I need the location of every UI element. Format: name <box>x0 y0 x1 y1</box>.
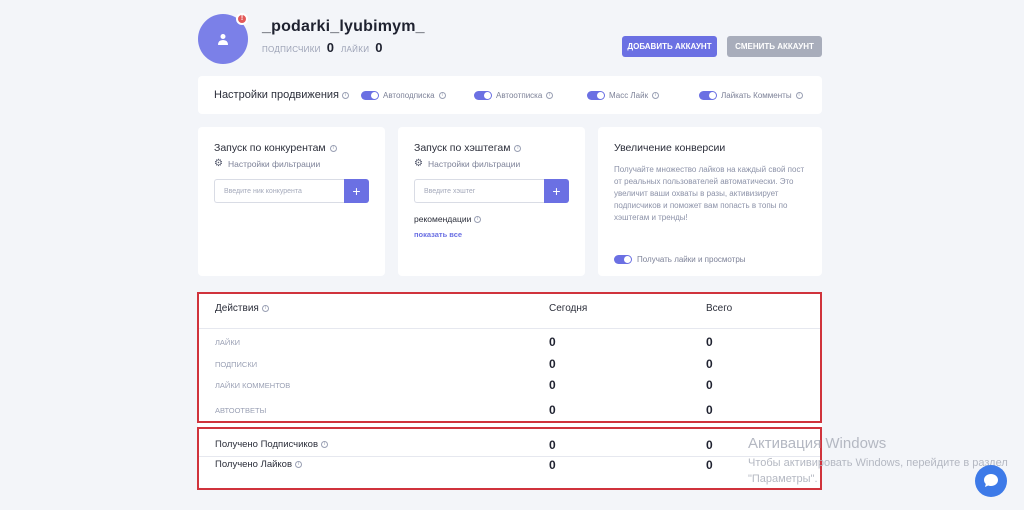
received-followers-text: Получено Подписчиков <box>215 439 318 450</box>
info-icon[interactable]: i <box>652 92 660 99</box>
get-likes-switch[interactable] <box>614 255 632 264</box>
info-icon[interactable]: i <box>474 215 482 223</box>
hashtag-input-row: Введите хэштег + <box>414 179 569 203</box>
filter-settings-label: Настройки фильтрации <box>427 158 521 169</box>
info-icon[interactable]: i <box>342 91 350 99</box>
likes-stat: ЛАЙКИ 0 <box>341 40 382 55</box>
toggle-label: Масс Лайк <box>609 91 649 100</box>
received-followers-label: Получено Подписчиков i <box>215 439 328 450</box>
received-likes-text: Получено Лайков <box>215 459 293 470</box>
toggle-label: Получать лайки и просмотры <box>637 255 746 264</box>
filter-settings-link[interactable]: ⚙ Настройки фильтрации <box>414 158 520 169</box>
competitor-input[interactable]: Введите ник конкурента <box>214 179 344 203</box>
promotion-settings-card: Настройки продвижения i Автоподписка i А… <box>198 76 822 114</box>
received-likes-total: 0 <box>706 458 713 472</box>
followers-label: ПОДПИСЧИКИ <box>262 45 321 54</box>
row-autoreplies-today: 0 <box>549 403 556 417</box>
gear-icon: ⚙ <box>414 158 423 169</box>
recommendations: рекомендации i <box>414 214 482 224</box>
info-icon[interactable]: i <box>546 92 554 99</box>
row-likes-today: 0 <box>549 335 556 349</box>
competitors-title: Запуск по конкурентам i <box>214 142 337 154</box>
toggle-label: Лайкать Комменты <box>721 91 792 100</box>
account-username: _podarki_lyubimym_ <box>262 18 425 35</box>
hashtag-input[interactable]: Введите хэштег <box>414 179 544 203</box>
hashtags-card: Запуск по хэштегам i ⚙ Настройки фильтра… <box>398 127 585 276</box>
divider <box>198 428 822 429</box>
add-hashtag-button[interactable]: + <box>544 179 569 203</box>
header-total: Всего <box>706 303 733 314</box>
chat-button[interactable] <box>975 465 1007 497</box>
row-follows-label: ПОДПИСКИ <box>215 360 258 369</box>
mass-like-switch[interactable] <box>587 91 605 100</box>
info-icon[interactable]: i <box>329 144 337 152</box>
conversion-description: Получайте множество лайков на каждый сво… <box>614 165 805 222</box>
info-icon[interactable]: i <box>321 441 328 448</box>
info-icon[interactable]: i <box>795 92 803 99</box>
likes-label: ЛАЙКИ <box>341 45 370 54</box>
divider <box>198 456 822 457</box>
row-comment-likes-total: 0 <box>706 378 713 392</box>
change-account-button[interactable]: СМЕНИТЬ АККАУНТ <box>727 36 822 57</box>
page: ! _podarki_lyubimym_ ПОДПИСЧИКИ 0 ЛАЙКИ … <box>0 0 1024 510</box>
hashtags-title: Запуск по хэштегам i <box>414 142 522 154</box>
header-actions: Действия i <box>215 303 269 314</box>
toggle-mass-like: Масс Лайк i <box>587 91 660 100</box>
header-today: Сегодня <box>549 303 588 314</box>
info-icon[interactable]: i <box>514 144 522 152</box>
row-comment-likes-today: 0 <box>549 378 556 392</box>
recommendations-label: рекомендации <box>414 214 472 224</box>
conversion-card: Увеличение конверсии Получайте множество… <box>598 127 822 276</box>
promotion-settings-label: Настройки продвижения <box>214 89 340 101</box>
show-all-link[interactable]: показать все <box>414 230 462 239</box>
add-competitor-button[interactable]: + <box>344 179 369 203</box>
followers-value: 0 <box>326 40 334 55</box>
likes-value: 0 <box>375 40 383 55</box>
row-likes-total: 0 <box>706 335 713 349</box>
chat-icon <box>984 474 998 487</box>
promotion-settings-title: Настройки продвижения i <box>214 89 350 101</box>
windows-activation-title: Активация Windows <box>748 435 887 452</box>
filter-settings-link[interactable]: ⚙ Настройки фильтрации <box>214 158 320 169</box>
toggle-label: Автоподписка <box>383 91 435 100</box>
row-follows-today: 0 <box>549 357 556 371</box>
row-follows-total: 0 <box>706 357 713 371</box>
row-autoreplies-total: 0 <box>706 403 713 417</box>
autofollow-switch[interactable] <box>361 91 379 100</box>
conversion-title: Увеличение конверсии <box>614 142 726 154</box>
gear-icon: ⚙ <box>214 158 223 169</box>
info-icon[interactable]: i <box>261 305 269 312</box>
info-icon[interactable]: i <box>295 461 303 468</box>
info-icon[interactable]: i <box>438 92 446 99</box>
notification-badge: ! <box>236 13 248 25</box>
toggle-like-comments: Лайкать Комменты i <box>699 91 803 100</box>
competitors-card: Запуск по конкурентам i ⚙ Настройки филь… <box>198 127 385 276</box>
conversion-toggle: Получать лайки и просмотры <box>614 255 746 264</box>
received-followers-total: 0 <box>706 438 713 452</box>
like-comments-switch[interactable] <box>699 91 717 100</box>
competitor-input-row: Введите ник конкурента + <box>214 179 369 203</box>
row-comment-likes-label: ЛАЙКИ КОММЕНТОВ <box>215 381 291 390</box>
user-icon <box>218 34 228 45</box>
row-likes-label: ЛАЙКИ <box>215 338 241 347</box>
add-account-button[interactable]: ДОБАВИТЬ АККАУНТ <box>622 36 717 57</box>
received-likes-label: Получено Лайков i <box>215 459 303 470</box>
row-autoreplies-label: АВТООТВЕТЫ <box>215 406 267 415</box>
windows-activation-text: Чтобы активировать Windows, перейдите в … <box>748 457 1008 485</box>
received-followers-today: 0 <box>549 438 556 452</box>
divider <box>198 328 822 329</box>
header-actions-label: Действия <box>215 303 259 314</box>
toggle-label: Автоотписка <box>496 91 543 100</box>
filter-settings-label: Настройки фильтрации <box>227 158 321 169</box>
hashtags-title-label: Запуск по хэштегам <box>414 142 511 154</box>
competitors-title-label: Запуск по конкурентам <box>214 142 326 154</box>
received-likes-today: 0 <box>549 458 556 472</box>
followers-stat: ПОДПИСЧИКИ 0 <box>262 40 334 55</box>
toggle-autofollow: Автоподписка i <box>361 91 446 100</box>
autounfollow-switch[interactable] <box>474 91 492 100</box>
toggle-autounfollow: Автоотписка i <box>474 91 554 100</box>
